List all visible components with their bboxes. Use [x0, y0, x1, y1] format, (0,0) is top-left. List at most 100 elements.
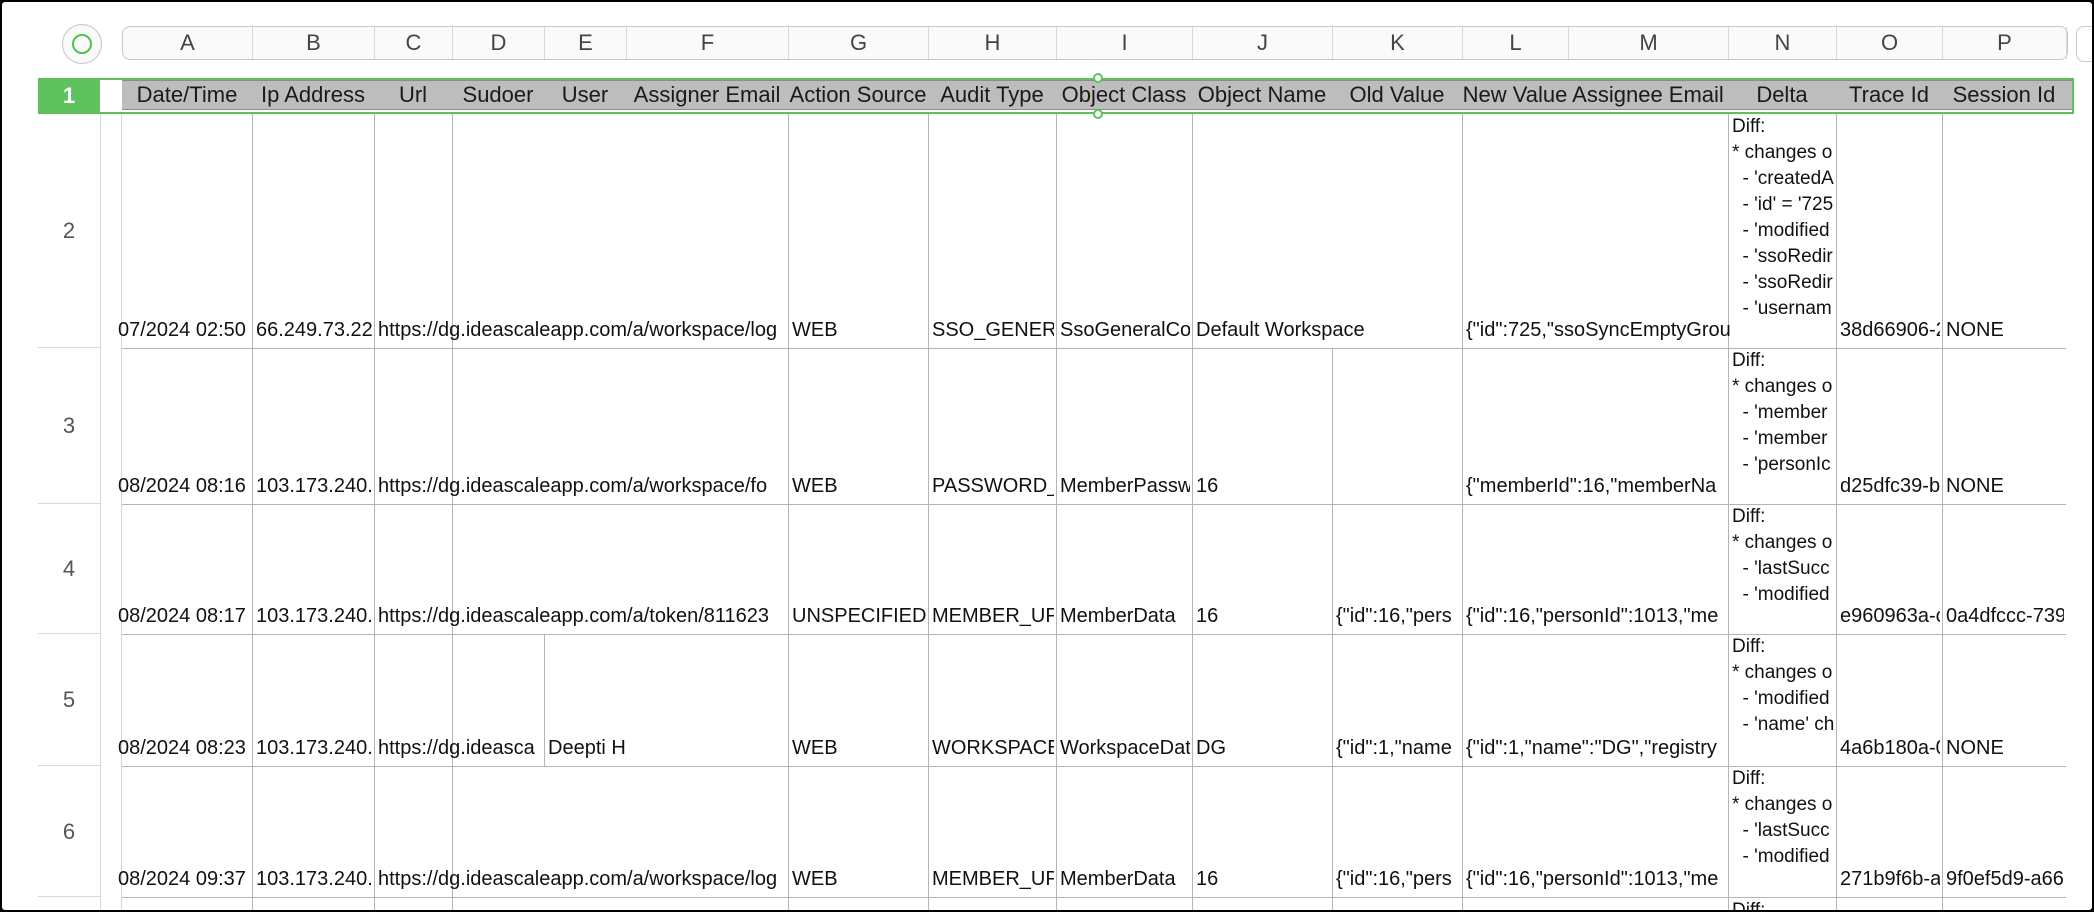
header-user[interactable]: User [544, 81, 626, 109]
cell-audit-type[interactable]: SSO_GENERAL [932, 318, 1054, 342]
row-header-6[interactable]: 6 [38, 766, 100, 897]
row-header-2[interactable]: 2 [38, 114, 100, 348]
cell-session-id[interactable]: 9f0ef5d9-a66 [1946, 867, 2064, 891]
cell-action-source[interactable]: WEB [792, 474, 926, 498]
header-assignee-email[interactable]: Assignee Email [1568, 81, 1728, 109]
cell-object-name[interactable]: 16 [1196, 867, 1336, 891]
cell-audit-type[interactable]: MEMBER_UP [932, 604, 1054, 628]
cell-date[interactable]: 08/2024 08:16 [118, 474, 250, 498]
cell-url[interactable]: https://dg.ideasca [378, 736, 544, 760]
column-letter-l[interactable]: L [1463, 27, 1569, 59]
header-object-name[interactable]: Object Name [1192, 81, 1332, 109]
cell-old-value[interactable]: {"id":1,"name [1336, 736, 1460, 760]
column-letter-k[interactable]: K [1333, 27, 1463, 59]
cell-object-class[interactable]: MemberData [1060, 867, 1190, 891]
cell-new-value[interactable]: {"id":725,"ssoSyncEmptyGrou [1466, 318, 1734, 342]
header-new-value[interactable]: New Value [1462, 81, 1568, 109]
column-letter-a[interactable]: A [123, 27, 253, 59]
selection-handle-bottom[interactable] [1093, 109, 1103, 119]
cell-audit-type[interactable]: WORKSPACE_ [932, 736, 1054, 760]
cell-action-source[interactable]: WEB [792, 867, 926, 891]
cell-object-name[interactable]: 16 [1196, 604, 1336, 628]
cell-object-class[interactable]: MemberPassw [1060, 474, 1190, 498]
cell-date[interactable]: 08/2024 08:23 [118, 736, 250, 760]
column-letter-p[interactable]: P [1943, 27, 2067, 59]
cell-url[interactable]: https://dg.ideascaleapp.com/a/workspace/… [378, 318, 792, 342]
select-all-button[interactable] [62, 24, 102, 64]
cell-session-id[interactable]: NONE [1946, 318, 2064, 342]
cell-delta-next[interactable]: Diff: [1732, 898, 1832, 910]
header-url[interactable]: Url [374, 81, 452, 109]
cell-ip[interactable]: 103.173.240. [256, 736, 372, 760]
cell-url[interactable]: https://dg.ideascaleapp.com/a/workspace/… [378, 867, 792, 891]
cell-old-value[interactable]: {"id":16,"pers [1336, 604, 1460, 628]
header-session-id[interactable]: Session Id [1942, 81, 2066, 109]
column-letter-m[interactable]: M [1569, 27, 1729, 59]
column-header-bar[interactable]: ABCDEFGHIJKLMNOP [122, 26, 2068, 60]
column-letter-e[interactable]: E [545, 27, 627, 59]
cell-delta[interactable]: Diff: * changes o - 'createdA - 'id' = '7… [1732, 114, 1834, 346]
cell-action-source[interactable]: WEB [792, 736, 926, 760]
header-action-source[interactable]: Action Source [788, 81, 928, 109]
column-letter-b[interactable]: B [253, 27, 375, 59]
cell-action-source[interactable]: UNSPECIFIED [792, 604, 926, 628]
cell-date[interactable]: 08/2024 08:17 [118, 604, 250, 628]
cell-object-name[interactable]: 16 [1196, 474, 1336, 498]
column-letter-j[interactable]: J [1193, 27, 1333, 59]
cell-session-id[interactable]: NONE [1946, 736, 2064, 760]
cell-audit-type[interactable]: MEMBER_UP [932, 867, 1054, 891]
cell-delta[interactable]: Diff: * changes o - 'modified - 'name' ch [1732, 634, 1834, 764]
cell-object-class[interactable]: SsoGeneralCon [1060, 318, 1190, 342]
column-letter-n[interactable]: N [1729, 27, 1837, 59]
cell-audit-type[interactable]: PASSWORD_R [932, 474, 1054, 498]
row-header-3[interactable]: 3 [38, 348, 100, 504]
cell-ip[interactable]: 103.173.240. [256, 474, 372, 498]
cell-ip[interactable]: 66.249.73.22 [256, 318, 372, 342]
cell-object-class[interactable]: WorkspaceDat [1060, 736, 1190, 760]
row-header-1[interactable]: 1 [38, 78, 100, 114]
header-audit-type[interactable]: Audit Type [928, 81, 1056, 109]
column-letter-f[interactable]: F [627, 27, 789, 59]
cell-delta[interactable]: Diff: * changes o - 'member - 'member - '… [1732, 348, 1834, 502]
cell-new-value[interactable]: {"id":16,"personId":1013,"me [1466, 604, 1734, 628]
column-letter-c[interactable]: C [375, 27, 453, 59]
header-ip-address[interactable]: Ip Address [252, 81, 374, 109]
cell-object-name[interactable]: Default Workspace [1196, 318, 1476, 342]
cell-new-value[interactable]: {"memberId":16,"memberNa [1466, 474, 1734, 498]
selection-handle-top[interactable] [1093, 73, 1103, 83]
cell-delta[interactable]: Diff: * changes o - 'lastSucc - 'modified [1732, 504, 1834, 632]
cell-date[interactable]: 07/2024 02:50 [118, 318, 250, 342]
header-sudoer[interactable]: Sudoer [452, 81, 544, 109]
cell-trace-id[interactable]: 4a6b180a-0 [1840, 736, 1940, 760]
header-delta[interactable]: Delta [1728, 81, 1836, 109]
cell-trace-id[interactable]: d25dfc39-b [1840, 474, 1940, 498]
cell-old-value[interactable]: {"id":16,"pers [1336, 867, 1460, 891]
cell-url[interactable]: https://dg.ideascaleapp.com/a/token/8116… [378, 604, 792, 628]
cell-session-id[interactable]: 0a4dfccc-739 [1946, 604, 2064, 628]
column-letter-o[interactable]: O [1837, 27, 1943, 59]
cell-ip[interactable]: 103.173.240. [256, 604, 372, 628]
cell-user[interactable]: Deepti H [548, 736, 728, 760]
cell-trace-id[interactable]: 38d66906-2 [1840, 318, 1940, 342]
cell-url[interactable]: https://dg.ideascaleapp.com/a/workspace/… [378, 474, 792, 498]
cell-object-class[interactable]: MemberData [1060, 604, 1190, 628]
cell-new-value[interactable]: {"id":16,"personId":1013,"me [1466, 867, 1734, 891]
cell-trace-id[interactable]: 271b9f6b-a [1840, 867, 1940, 891]
header-trace-id[interactable]: Trace Id [1836, 81, 1942, 109]
row-header-5[interactable]: 5 [38, 634, 100, 766]
cell-date[interactable]: 08/2024 09:37 [118, 867, 250, 891]
column-letter-g[interactable]: G [789, 27, 929, 59]
column-letter-d[interactable]: D [453, 27, 545, 59]
header-old-value[interactable]: Old Value [1332, 81, 1462, 109]
header-date-time[interactable]: Date/Time [122, 81, 252, 109]
cell-session-id[interactable]: NONE [1946, 474, 2064, 498]
cell-object-name[interactable]: DG [1196, 736, 1336, 760]
cell-ip[interactable]: 103.173.240. [256, 867, 372, 891]
cell-delta[interactable]: Diff: * changes o - 'lastSucc - 'modified [1732, 766, 1834, 895]
header-object-class[interactable]: Object Class [1056, 81, 1192, 109]
column-letter-h[interactable]: H [929, 27, 1057, 59]
column-letter-i[interactable]: I [1057, 27, 1193, 59]
cell-action-source[interactable]: WEB [792, 318, 926, 342]
row-header-4[interactable]: 4 [38, 504, 100, 634]
header-row[interactable]: Date/Time Ip Address Url Sudoer User Assigner… [122, 80, 2072, 110]
